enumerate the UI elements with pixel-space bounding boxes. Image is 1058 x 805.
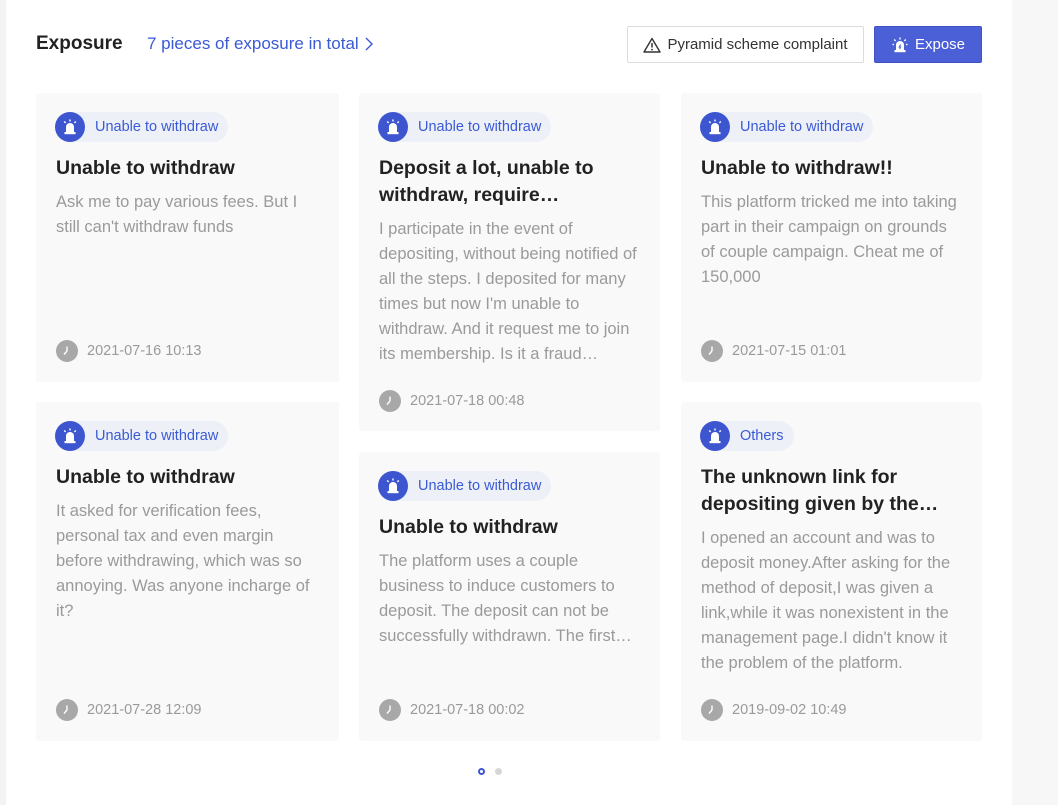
- category-tag: Unable to withdraw: [700, 112, 874, 142]
- chevron-right-icon: [365, 37, 373, 51]
- category-tag: Others: [700, 421, 794, 451]
- card-timestamp: 2021-07-15 01:01: [701, 340, 847, 362]
- category-tag: Unable to withdraw: [378, 471, 552, 501]
- expose-button-label: Expose: [914, 36, 966, 53]
- category-tag-label: Others: [740, 428, 784, 444]
- card-title: Unable to withdraw!!: [701, 157, 893, 179]
- card-time-label: 2019-09-02 10:49: [732, 702, 847, 718]
- exposure-card[interactable]: Unable to withdraw Unable to withdraw!! …: [681, 93, 982, 382]
- pyramid-scheme-complaint-button[interactable]: Pyramid scheme complaint: [627, 26, 864, 63]
- expose-button[interactable]: Expose: [874, 26, 982, 63]
- card-timestamp: 2019-09-02 10:49: [701, 699, 847, 721]
- exposure-count-label: 7 pieces of exposure in total: [147, 34, 359, 53]
- exposure-card[interactable]: Unable to withdraw Unable to withdraw Th…: [359, 452, 660, 741]
- clock-icon: [56, 340, 78, 362]
- alarm-icon: [378, 112, 408, 142]
- card-timestamp: 2021-07-18 00:02: [379, 699, 525, 721]
- card-time-label: 2021-07-15 01:01: [732, 343, 847, 359]
- exposure-card[interactable]: Unable to withdraw Unable to withdraw As…: [36, 93, 339, 382]
- complaint-button-label: Pyramid scheme complaint: [667, 36, 848, 53]
- exposure-count-link[interactable]: 7 pieces of exposure in total: [147, 34, 375, 54]
- card-description: It asked for verification fees, personal…: [56, 502, 310, 620]
- category-tag-label: Unable to withdraw: [418, 119, 542, 135]
- card-description: This platform tricked me into taking par…: [701, 193, 957, 286]
- card-title: Deposit a lot, unable to withdraw, requi…: [379, 157, 594, 206]
- pagination-dots: [478, 768, 512, 775]
- card-time-label: 2021-07-28 12:09: [87, 702, 202, 718]
- pagination-dot-2[interactable]: [495, 768, 502, 775]
- card-timestamp: 2021-07-18 00:48: [379, 390, 525, 412]
- card-description: Ask me to pay various fees. But I still …: [56, 193, 298, 236]
- exposure-card[interactable]: Unable to withdraw Deposit a lot, unable…: [359, 93, 660, 431]
- card-description: I opened an account and was to deposit m…: [701, 529, 951, 672]
- alarm-icon: [700, 112, 730, 142]
- category-tag-label: Unable to withdraw: [418, 478, 542, 494]
- alarm-icon: [892, 37, 908, 52]
- clock-icon: [701, 699, 723, 721]
- card-time-label: 2021-07-16 10:13: [87, 343, 202, 359]
- pagination-dot-1[interactable]: [478, 768, 485, 775]
- card-title: The unknown link for depositing given by…: [701, 466, 919, 515]
- exposure-card[interactable]: Others The unknown link for depositing g…: [681, 402, 982, 741]
- alarm-icon: [378, 471, 408, 501]
- exposure-card[interactable]: Unable to withdraw Unable to withdraw It…: [36, 402, 339, 741]
- alarm-icon: [55, 112, 85, 142]
- card-time-label: 2021-07-18 00:48: [410, 393, 525, 409]
- category-tag-label: Unable to withdraw: [740, 119, 864, 135]
- category-tag: Unable to withdraw: [55, 421, 229, 451]
- alarm-icon: [55, 421, 85, 451]
- category-tag-label: Unable to withdraw: [95, 119, 219, 135]
- card-timestamp: 2021-07-16 10:13: [56, 340, 202, 362]
- card-time-label: 2021-07-18 00:02: [410, 702, 525, 718]
- card-description: The platform uses a couple business to i…: [379, 552, 616, 645]
- card-title: Unable to withdraw: [56, 466, 235, 488]
- clock-icon: [56, 699, 78, 721]
- warning-icon: [643, 37, 662, 53]
- clock-icon: [379, 390, 401, 412]
- category-tag: Unable to withdraw: [55, 112, 229, 142]
- card-description: I participate in the event of depositing…: [379, 220, 637, 363]
- category-tag-label: Unable to withdraw: [95, 428, 219, 444]
- category-tag: Unable to withdraw: [378, 112, 552, 142]
- exposure-panel: Exposure 7 pieces of exposure in total P…: [6, 0, 1012, 805]
- card-title: Unable to withdraw: [56, 157, 235, 179]
- alarm-icon: [700, 421, 730, 451]
- card-title: Unable to withdraw: [379, 516, 558, 538]
- card-timestamp: 2021-07-28 12:09: [56, 699, 202, 721]
- clock-icon: [379, 699, 401, 721]
- clock-icon: [701, 340, 723, 362]
- page-title: Exposure: [36, 33, 123, 54]
- right-side-strip: [1012, 0, 1058, 805]
